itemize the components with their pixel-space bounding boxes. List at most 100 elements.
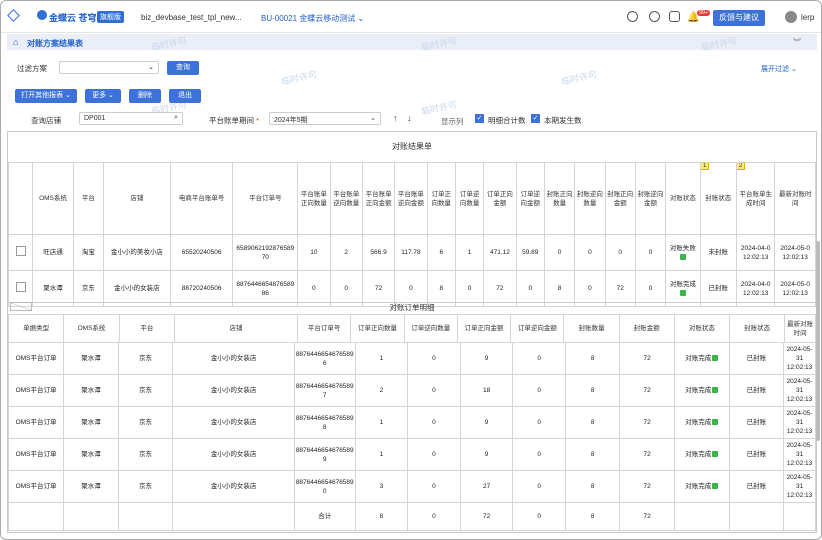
period-value: 2024年5期 (274, 117, 308, 124)
total-cell (673, 502, 730, 531)
avatar[interactable] (785, 11, 797, 23)
detail-cell: 京东 (117, 470, 174, 503)
home-icon[interactable]: ⌂ (13, 37, 18, 47)
header-cell: 平台账单生成时间 (735, 162, 776, 235)
detail-header-cell: 最新对账时间 (784, 314, 816, 343)
total-cell (172, 502, 295, 531)
detail-total-checkbox[interactable]: ✓ (475, 114, 484, 123)
detail-cell: 2 (354, 374, 409, 407)
notification-badge: 99+ (697, 10, 711, 16)
detail-status-cell: 对账完成 (673, 342, 730, 375)
detail-row[interactable]: OMS平台订单 聚水潭 京东 金小小的女装店 8876446654676589 8109… (7, 406, 816, 439)
detail-cell: 72 (619, 342, 675, 375)
header-cell: 平台账单逆向金额 (394, 162, 428, 235)
header-cell: 封账逆向数量 (574, 162, 606, 235)
detail-cell: 2024-05-31 12:02:13 (783, 342, 816, 375)
watermark: 临时许可 (560, 69, 598, 87)
watermark: 临时许可 (420, 99, 458, 117)
table-cell: 6 (426, 234, 456, 271)
table-cell: 6589062192876589 70 (232, 234, 299, 271)
detail-cell: OMS平台订单 (7, 374, 65, 407)
detail-header-cell: 订单正向金额 (456, 314, 512, 343)
detail-cell: 8876446654676589 7 (293, 374, 356, 407)
table-cell: 旺店通 (32, 234, 74, 271)
table-cell: 0 (634, 234, 667, 271)
chat-icon[interactable] (669, 11, 680, 22)
detail-cell: 1 (354, 438, 409, 471)
table-cell: 金小小的美妆小店 (103, 234, 171, 271)
total-cell: 8 (354, 502, 409, 531)
open-report-button[interactable]: 打开其他报表 ⌄ (15, 89, 77, 103)
filter-scheme-select[interactable]: ⌄ (59, 61, 159, 74)
detail-cell: 72 (619, 374, 675, 407)
chevron-down-icon: ⌄ (357, 14, 365, 23)
delete-button[interactable]: 删除 (129, 89, 161, 103)
expand-filter-label: 展开过滤 (761, 66, 789, 73)
detail-row[interactable]: OMS平台订单 聚水潭 京东 金小小的女装店 8876446654676589 7201… (7, 374, 816, 407)
detail-cell: 18 (459, 374, 514, 407)
store-input[interactable]: DP001 ⌕ (79, 112, 183, 125)
table-cell: 2024-05-0 12:02:13 (774, 234, 816, 271)
expand-filter-link[interactable]: 展开过滤 ⌄ (761, 64, 797, 74)
detail-header-cell: 平台订单号 (296, 314, 352, 343)
collapse-icon[interactable]: ︾ (793, 37, 801, 48)
corner-cell (10, 302, 32, 311)
brand-logo: 金蝶云 苍穹 (49, 13, 97, 23)
header-cell: 封账正向数量 (543, 162, 576, 235)
open-report-label: 打开其他报表 (21, 92, 64, 99)
header-cell: 平台 (72, 162, 105, 235)
detail-cell: 9 (459, 438, 514, 471)
status-text: 对账完成 (685, 483, 712, 490)
detail-cell: 0 (407, 374, 461, 407)
check-icon (680, 289, 687, 296)
check-icon (712, 355, 719, 362)
row-checkbox[interactable] (7, 234, 34, 271)
detail-status-cell: 对账完成 (673, 470, 730, 503)
feedback-button[interactable]: 反馈与建议 (713, 10, 765, 26)
vertical-scrollbar[interactable] (816, 241, 820, 441)
table-cell: 0 (543, 234, 576, 271)
detail-cell: 3 (354, 470, 409, 503)
header-cell: OMS系统 (32, 162, 74, 235)
detail-cell: 2024-05-31 12:02:13 (783, 438, 816, 471)
table-cell: 2024-04-0 12:02:13 (735, 234, 776, 271)
detail-cell: 72 (619, 470, 675, 503)
header-cell: 订单逆向数量 (454, 162, 485, 235)
detail-row[interactable]: OMS平台订单 聚水潭 京东 金小小的女装店 8876446654676589 0302… (7, 470, 816, 503)
minus-circle-icon[interactable] (649, 11, 660, 22)
search-icon: ⌕ (174, 114, 178, 121)
user-name[interactable]: lerp (801, 13, 814, 22)
arrow-down-icon[interactable]: ↓ (407, 113, 412, 123)
header-cell: 对账状态 (665, 162, 701, 235)
detail-cell: 0 (512, 342, 566, 375)
detail-cell: 0 (407, 470, 461, 503)
detail-cell: 聚水潭 (63, 342, 119, 375)
table-row[interactable]: 旺店通 淘宝 金小小的美妆小店 65520240506 658906219287… (7, 234, 816, 271)
query-button[interactable]: 查询 (167, 61, 199, 75)
detail-cell: 72 (619, 406, 675, 439)
period-select[interactable]: 2024年5期 ⌄ (269, 112, 381, 125)
table-cell: 1 (454, 234, 485, 271)
detail-title: 对账订单明细 (8, 302, 816, 312)
more-button[interactable]: 更多 ⌄ (85, 89, 121, 103)
app-tab[interactable]: biz_devbase_test_tpl_new... (141, 13, 242, 22)
detail-row[interactable]: OMS平台订单 聚水潭 京东 金小小的女装店 8876446654676589 6109… (7, 342, 816, 375)
page-title: 对账方案结果表 (27, 39, 83, 48)
header-cell: 订单逆向金额 (515, 162, 545, 235)
exit-button[interactable]: 退出 (169, 89, 201, 103)
detail-cell: 8 (564, 342, 621, 375)
header-select (7, 162, 34, 235)
detail-row[interactable]: OMS平台订单 聚水潭 京东 金小小的女装店 8876446654676589 9109… (7, 438, 816, 471)
sheet-title: 对账结果单 (392, 142, 432, 151)
search-icon[interactable] (627, 11, 638, 22)
arrow-up-icon[interactable]: ↑ (393, 113, 398, 123)
total-cell: 0 (407, 502, 461, 531)
detail-cell: 金小小的女装店 (172, 470, 295, 503)
detail-body-table: OMS平台订单 聚水潭 京东 金小小的女装店 8876446654676589 6109… (7, 342, 816, 531)
total-cell (7, 502, 65, 531)
status-text: 对账失败 (669, 244, 696, 252)
org-switch[interactable]: BU-00021 金蝶云移动测试 ⌄ (261, 13, 364, 24)
period-amount-checkbox[interactable]: ✓ (531, 114, 540, 123)
detail-cell: 8 (564, 374, 621, 407)
detail-cell: 京东 (117, 342, 174, 375)
